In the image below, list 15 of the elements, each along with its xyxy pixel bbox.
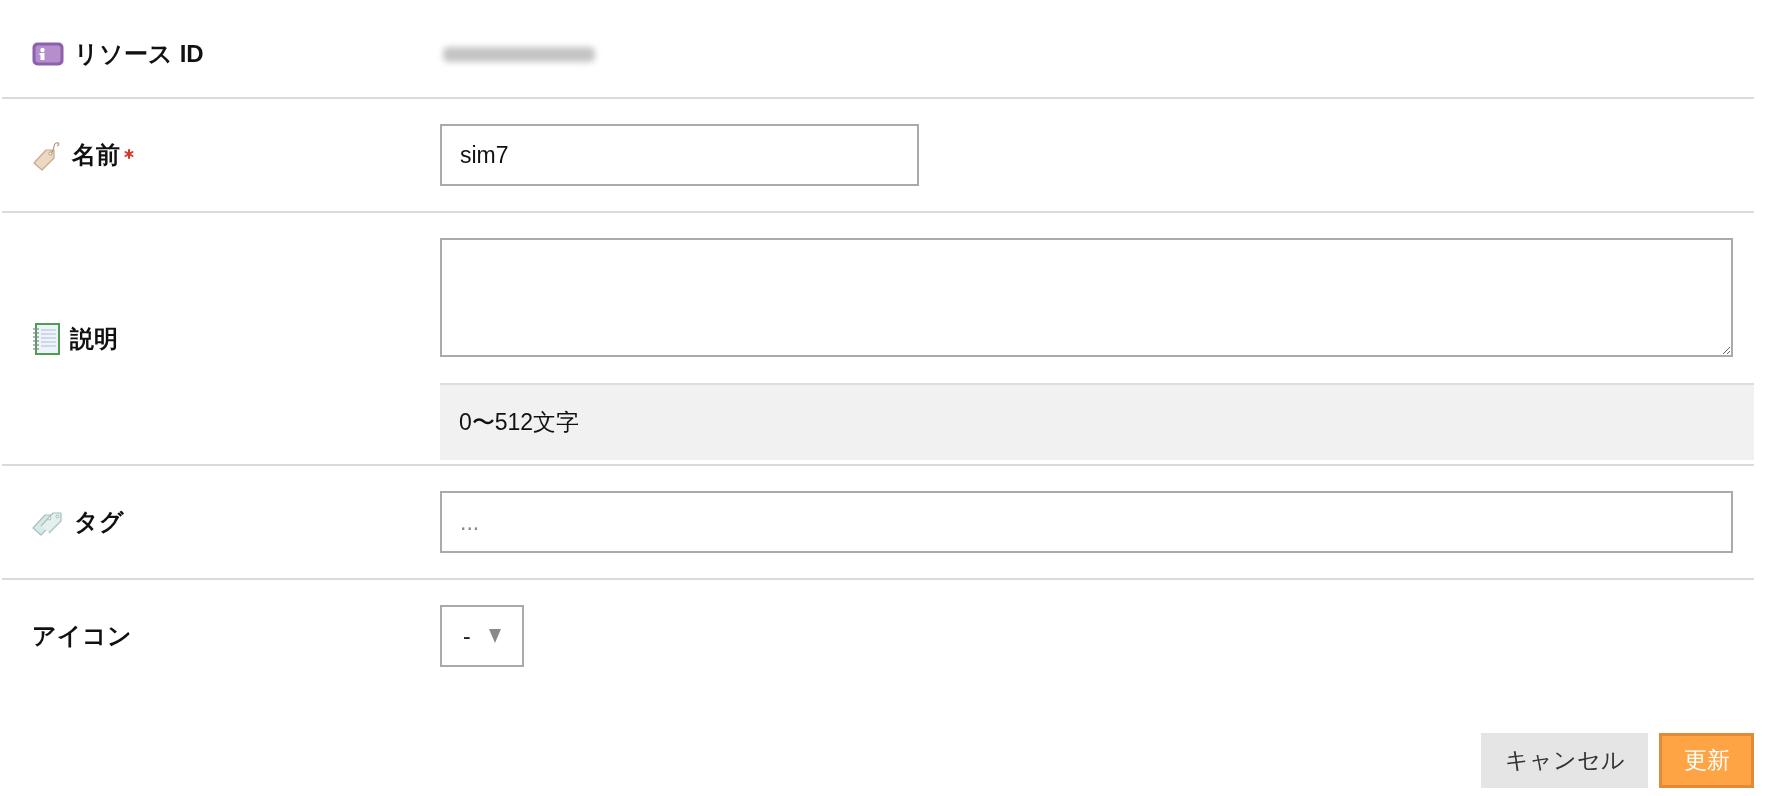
notebook-icon [32,322,60,355]
cancel-button[interactable]: キャンセル [1481,733,1648,788]
field-label: アイコン [32,621,132,651]
icon-select[interactable]: - [440,605,524,667]
id-card-icon [32,42,64,66]
field-label: 名前 [72,140,120,170]
field-label: 説明 [70,323,118,354]
tags-input-field[interactable]: ... [440,491,1733,553]
field-label: タグ [74,507,124,537]
caret-icon [488,629,501,643]
character-limit-hint: 0〜512文字 [440,383,1754,460]
field-label: リソース ID [74,39,204,69]
name-input-field[interactable]: sim7 [440,124,919,186]
description-field[interactable] [440,238,1733,357]
tag-icon [32,139,62,171]
